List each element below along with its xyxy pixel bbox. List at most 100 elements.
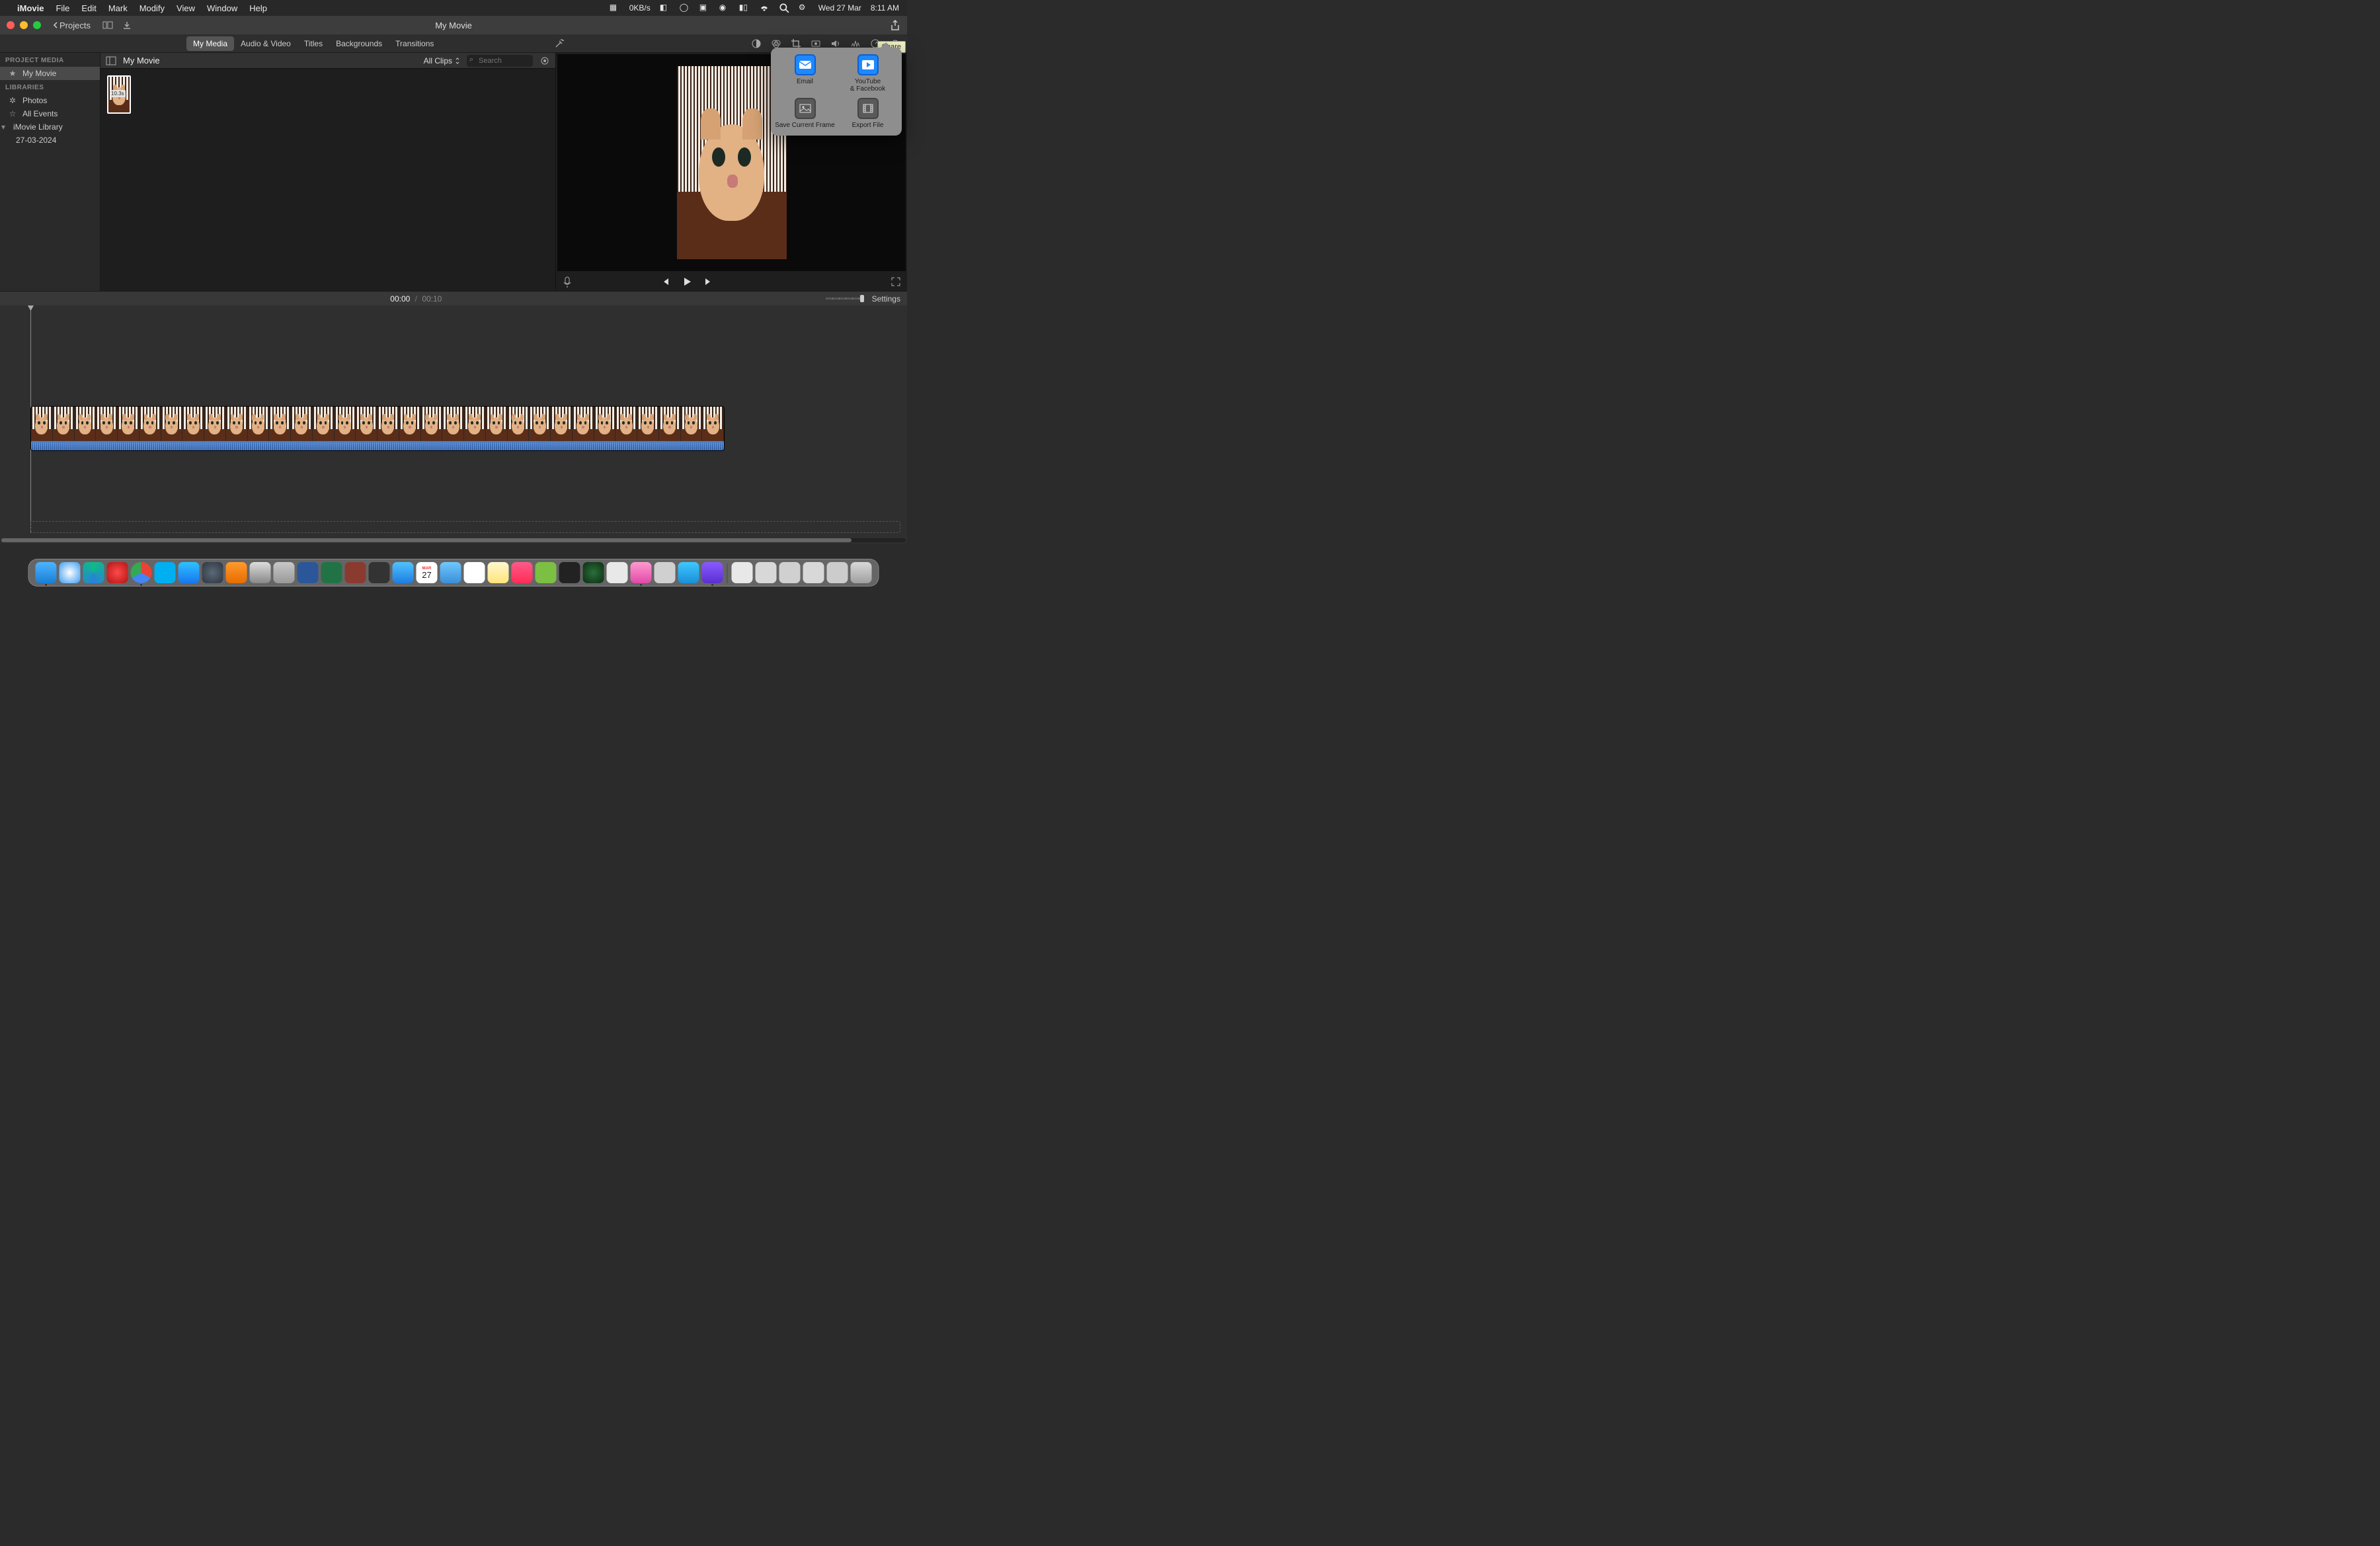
image-icon [795, 98, 816, 119]
previous-button[interactable] [660, 277, 670, 286]
play-button[interactable] [682, 276, 692, 287]
sidebar-item-all-events[interactable]: ☆ All Events [0, 107, 100, 120]
dock-recent-5-icon[interactable] [827, 562, 848, 583]
tab-my-media[interactable]: My Media [186, 36, 234, 51]
dock-calendar-icon[interactable]: MAR 27 [416, 562, 438, 583]
dock-notes-icon[interactable] [488, 562, 509, 583]
dock-opera-icon[interactable] [107, 562, 128, 583]
chevron-down-icon[interactable]: ▾ [1, 122, 8, 132]
menu-modify[interactable]: Modify [139, 3, 165, 13]
menubar-time[interactable]: 8:11 AM [871, 3, 899, 13]
dock-excel-icon[interactable] [321, 562, 342, 583]
menu-help[interactable]: Help [249, 3, 267, 13]
media-clip-thumbnail[interactable]: 10.3s [107, 75, 131, 114]
app-menu[interactable]: iMovie [17, 3, 44, 13]
enhance-icon[interactable] [554, 38, 565, 49]
dock-trash-icon[interactable] [851, 562, 872, 583]
gear-icon[interactable] [539, 56, 550, 66]
dock-mail-icon[interactable] [393, 562, 414, 583]
wifi-icon[interactable] [759, 3, 770, 13]
window-minimize-button[interactable] [20, 21, 28, 29]
back-to-projects-button[interactable]: Projects [53, 20, 91, 30]
spotlight-icon[interactable] [779, 3, 789, 13]
dock-app-green-icon[interactable] [536, 562, 557, 583]
timeline-scrollbar[interactable] [1, 538, 906, 542]
menu-view[interactable]: View [177, 3, 195, 13]
dock-screenshot-icon[interactable] [631, 562, 652, 583]
dock-quicktime-icon[interactable] [202, 562, 223, 583]
dock-recent-2-icon[interactable] [756, 562, 777, 583]
dock-app-blank-icon[interactable] [654, 562, 676, 583]
menubar-extra-icon[interactable]: ▦ [610, 3, 620, 13]
dock-globe-icon[interactable] [583, 562, 604, 583]
network-speed: 0KB/s [629, 3, 651, 13]
window-zoom-button[interactable] [33, 21, 41, 29]
sidebar-event-label: 27-03-2024 [16, 136, 56, 145]
share-email-button[interactable]: Email [775, 54, 835, 93]
share-button[interactable] [890, 19, 900, 31]
dock-preview-icon[interactable] [607, 562, 628, 583]
sidebar-item-event[interactable]: 27-03-2024 [0, 134, 100, 147]
timeline-drop-zone[interactable] [30, 521, 900, 533]
timeline-settings-button[interactable]: Settings [872, 294, 900, 304]
sidebar-toggle-icon[interactable] [106, 56, 116, 65]
menu-window[interactable]: Window [207, 3, 237, 13]
timeline-clip[interactable] [30, 406, 725, 451]
voiceover-icon[interactable] [563, 276, 572, 288]
timeline-zoom-slider[interactable] [826, 298, 863, 300]
dock-edge-icon[interactable] [83, 562, 104, 583]
window-close-button[interactable] [7, 21, 15, 29]
dock-word-icon[interactable] [298, 562, 319, 583]
share-export-file-button[interactable]: Export File [838, 98, 898, 129]
menubar-date[interactable]: Wed 27 Mar [818, 3, 861, 13]
dock-activity-icon[interactable] [559, 562, 580, 583]
control-center-icon[interactable]: ⚙ [799, 3, 809, 13]
sidebar-item-library[interactable]: ▾ iMovie Library [0, 120, 100, 134]
viewer-controls [556, 272, 907, 291]
color-balance-icon[interactable] [751, 38, 762, 49]
timeline[interactable] [0, 305, 907, 544]
dock-calculator-icon[interactable] [369, 562, 390, 583]
dock-recent-4-icon[interactable] [803, 562, 824, 583]
dock-todo-icon[interactable] [440, 562, 461, 583]
dock-appstore-icon[interactable] [178, 562, 200, 583]
menubar-dropbox-icon[interactable]: ▣ [699, 3, 710, 13]
menubar-user-icon[interactable]: ◉ [719, 3, 730, 13]
tab-transitions[interactable]: Transitions [389, 36, 440, 51]
search-input[interactable] [467, 55, 533, 67]
menu-file[interactable]: File [56, 3, 69, 13]
menu-edit[interactable]: Edit [81, 3, 96, 13]
dock-launchpad-icon[interactable] [274, 562, 295, 583]
dock-reminders-icon[interactable] [464, 562, 485, 583]
dock-safari-icon[interactable] [60, 562, 81, 583]
share-youtube-facebook-button[interactable]: YouTube& Facebook [838, 54, 898, 93]
sidebar-item-project[interactable]: ★ My Movie [0, 67, 100, 80]
fullscreen-icon[interactable] [891, 277, 900, 286]
dock-recent-1-icon[interactable] [732, 562, 753, 583]
tab-titles[interactable]: Titles [298, 36, 329, 51]
menubar-sync-icon[interactable]: ◯ [680, 3, 690, 13]
browser-tabs: My Media Audio & Video Titles Background… [0, 34, 907, 53]
dock-settings-icon[interactable] [250, 562, 271, 583]
share-save-frame-button[interactable]: Save Current Frame [775, 98, 835, 129]
tab-audio-video[interactable]: Audio & Video [234, 36, 298, 51]
next-button[interactable] [704, 277, 713, 286]
dock-clips-icon[interactable] [678, 562, 699, 583]
dock-chrome-icon[interactable] [131, 562, 152, 583]
photos-icon: ✲ [8, 96, 17, 105]
menubar-app-icon[interactable]: ◧ [660, 3, 670, 13]
import-icon[interactable] [122, 20, 132, 30]
tab-backgrounds[interactable]: Backgrounds [329, 36, 389, 51]
sidebar-item-photos[interactable]: ✲ Photos [0, 94, 100, 107]
library-list-icon[interactable] [102, 20, 113, 30]
clip-filter-dropdown[interactable]: All Clips [424, 56, 460, 65]
battery-icon[interactable]: ▮▯ [739, 3, 750, 13]
dock-skype-icon[interactable] [155, 562, 176, 583]
dock-dictionary-icon[interactable] [345, 562, 366, 583]
dock-recent-3-icon[interactable] [779, 562, 801, 583]
dock-music-icon[interactable] [512, 562, 533, 583]
dock-vlc-icon[interactable] [226, 562, 247, 583]
dock-finder-icon[interactable] [36, 562, 57, 583]
menu-mark[interactable]: Mark [108, 3, 128, 13]
dock-imovie-icon[interactable] [702, 562, 723, 583]
